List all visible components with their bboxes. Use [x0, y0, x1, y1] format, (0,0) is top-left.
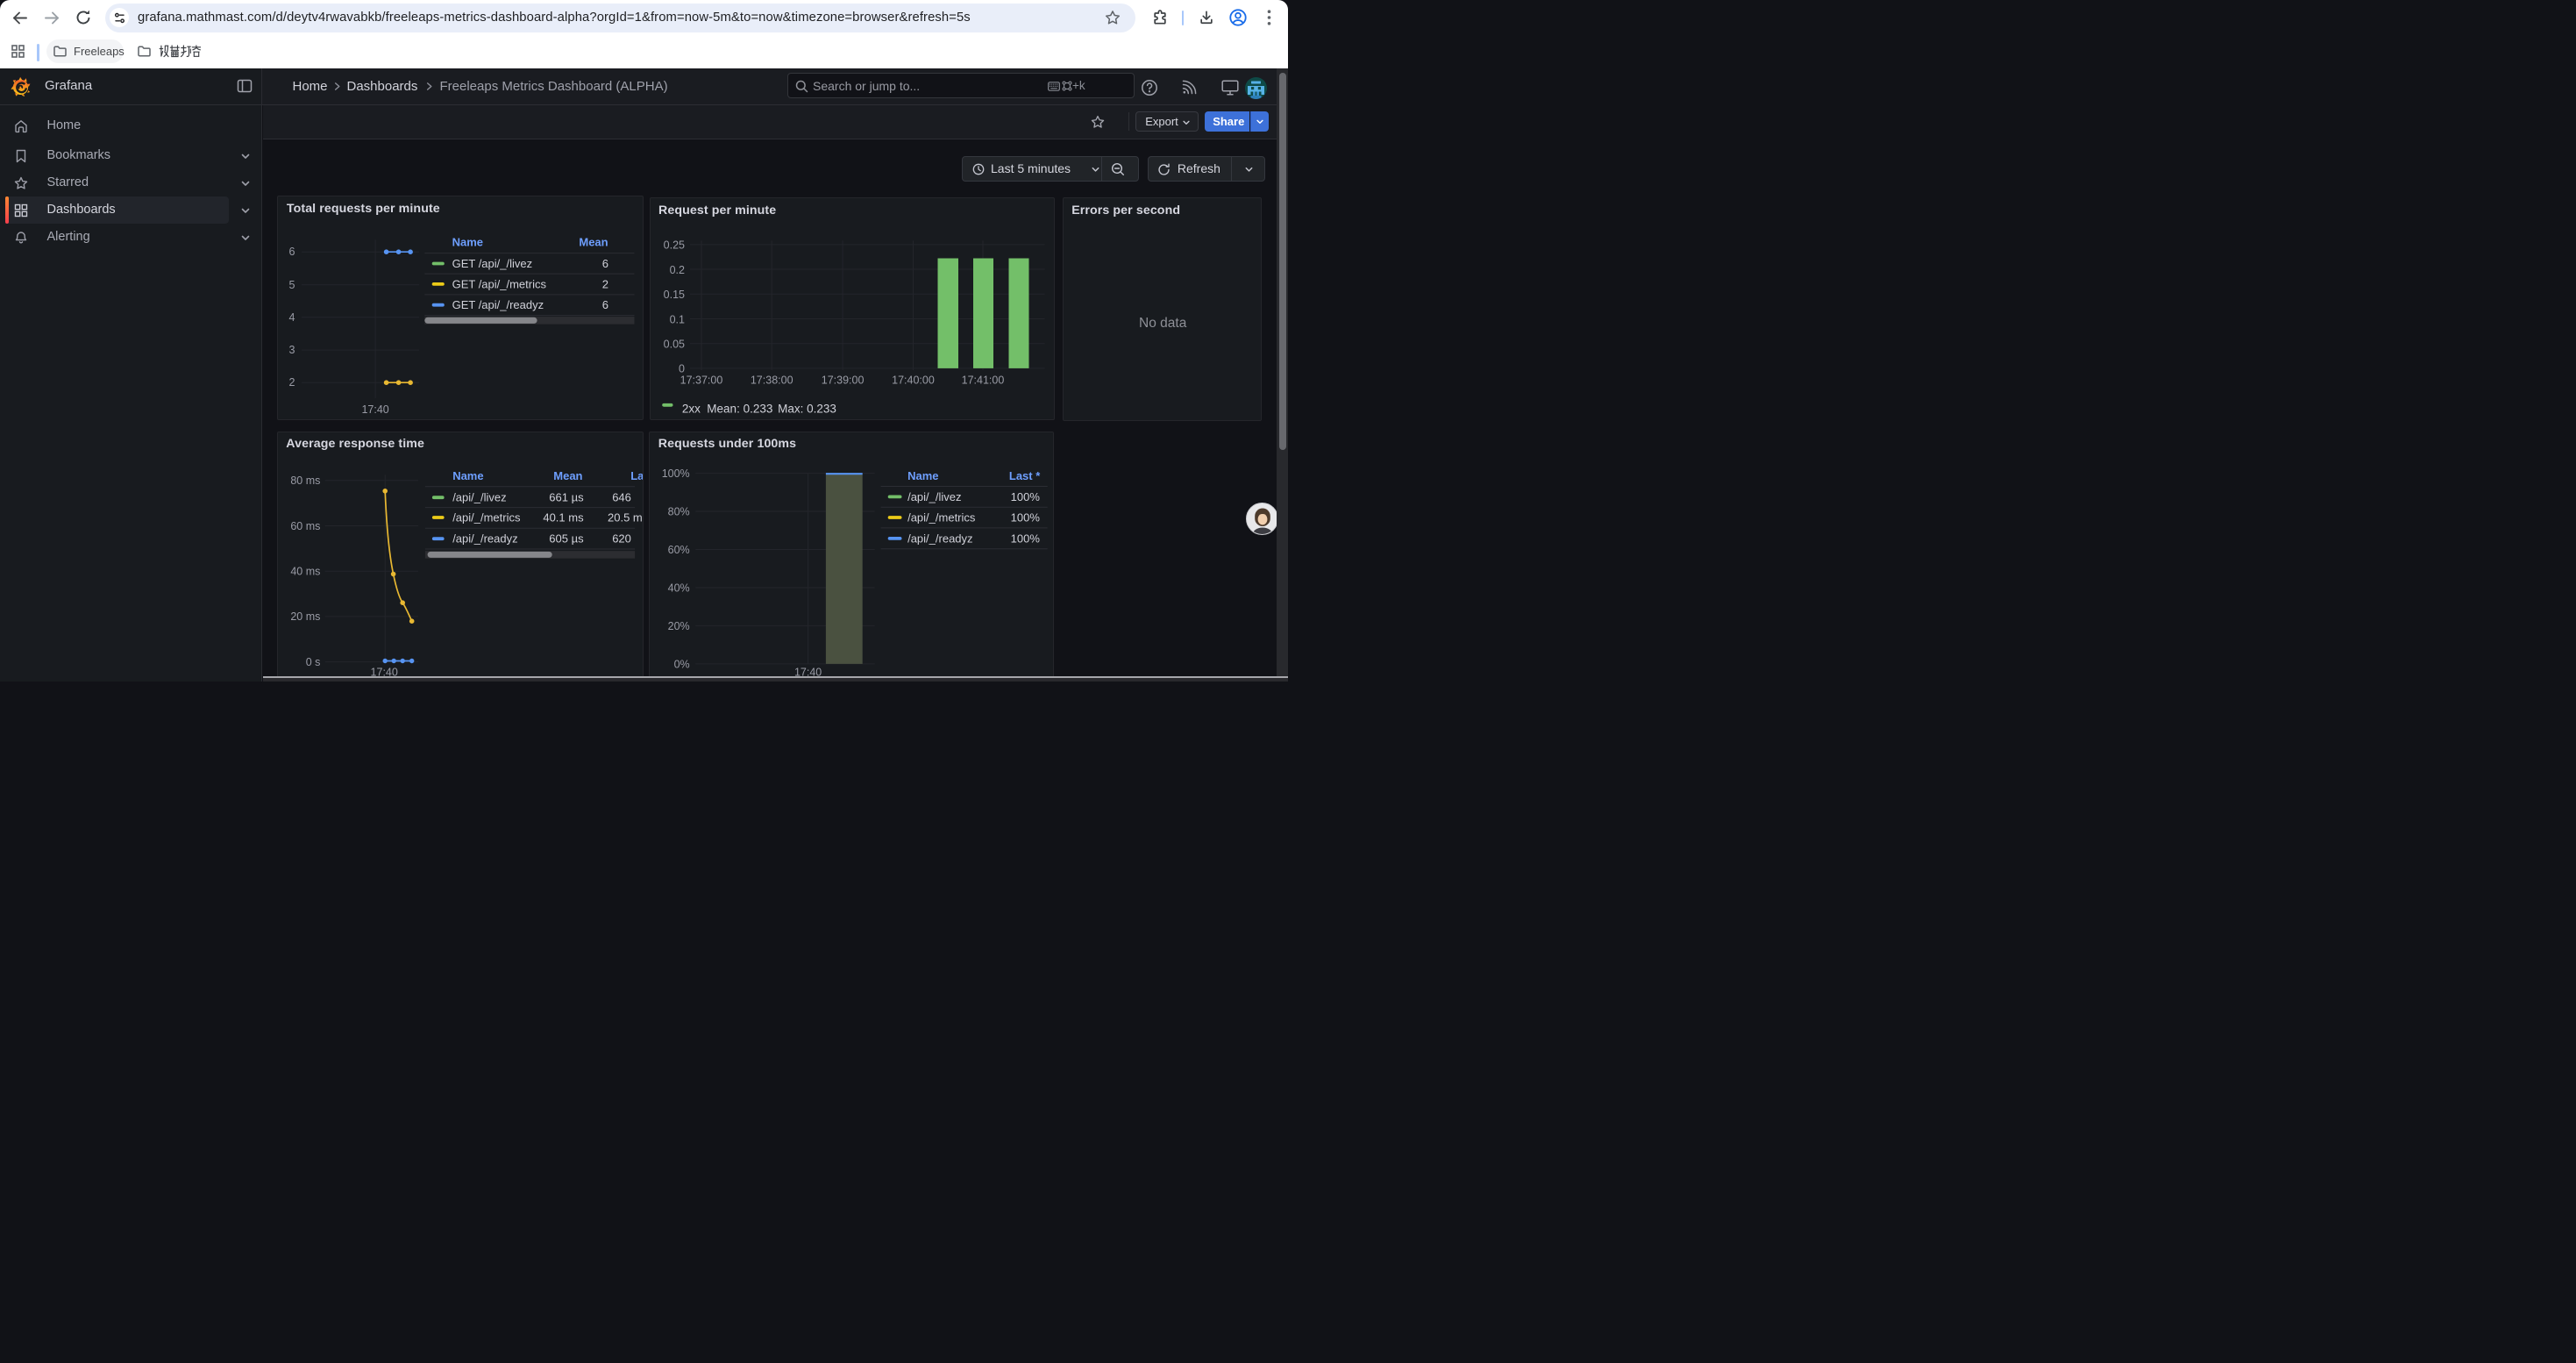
svg-text:17:40: 17:40 [362, 403, 389, 416]
svg-text:Name: Name [452, 469, 483, 482]
svg-text:/api/_/metrics: /api/_/metrics [452, 510, 521, 524]
svg-text:0.2: 0.2 [669, 264, 684, 276]
svg-text:2: 2 [289, 377, 295, 389]
svg-text:0%: 0% [674, 658, 690, 670]
svg-text:6: 6 [289, 246, 295, 259]
svg-text:0.25: 0.25 [663, 239, 684, 252]
svg-text:100%: 100% [1011, 532, 1041, 545]
svg-text:60%: 60% [668, 544, 690, 556]
svg-text:GET /api/_/livez: GET /api/_/livez [452, 257, 533, 270]
svg-text:0 s: 0 s [306, 656, 321, 668]
svg-text:40%: 40% [668, 582, 690, 594]
svg-text:Max: 0.233: Max: 0.233 [778, 403, 836, 416]
svg-text:80 ms: 80 ms [290, 475, 320, 487]
svg-text:646: 646 [612, 490, 631, 503]
svg-text:620: 620 [612, 532, 631, 545]
svg-text:GET /api/_/metrics: GET /api/_/metrics [452, 278, 547, 291]
svg-text:Mean: 0.233: Mean: 0.233 [707, 403, 772, 416]
svg-text:17:39:00: 17:39:00 [821, 375, 864, 387]
svg-text:Las: Las [630, 469, 644, 482]
svg-text:17:37:00: 17:37:00 [680, 375, 722, 387]
svg-text:100%: 100% [662, 467, 690, 480]
svg-text:17:41:00: 17:41:00 [961, 375, 1004, 387]
svg-text:3: 3 [289, 344, 295, 356]
svg-text:20%: 20% [668, 619, 690, 632]
svg-text:5: 5 [289, 279, 295, 291]
svg-text:/api/_/readyz: /api/_/readyz [907, 532, 972, 545]
svg-text:605 µs: 605 µs [549, 532, 584, 545]
svg-text:/api/_/livez: /api/_/livez [452, 490, 506, 503]
svg-text:2xx: 2xx [681, 403, 700, 416]
svg-text:4: 4 [289, 311, 295, 324]
svg-text:0.05: 0.05 [663, 339, 684, 351]
svg-text:100%: 100% [1011, 510, 1041, 524]
svg-text:40.1 ms: 40.1 ms [543, 510, 584, 524]
svg-text:661 µs: 661 µs [549, 490, 584, 503]
svg-text:Mean: Mean [580, 236, 608, 249]
svg-text:Name: Name [907, 469, 938, 482]
svg-text:100%: 100% [1011, 489, 1041, 503]
svg-text:2: 2 [602, 278, 608, 291]
svg-text:Mean: Mean [553, 469, 582, 482]
svg-text:/api/_/readyz: /api/_/readyz [452, 532, 517, 545]
svg-text:6: 6 [602, 299, 608, 312]
svg-text:17:40:00: 17:40:00 [892, 375, 935, 387]
svg-text:/api/_/metrics: /api/_/metrics [907, 510, 976, 524]
svg-text:0.15: 0.15 [663, 289, 684, 301]
svg-text:20 ms: 20 ms [290, 610, 320, 623]
svg-text:0.1: 0.1 [669, 313, 684, 325]
svg-text:60 ms: 60 ms [290, 519, 320, 532]
svg-text:6: 6 [602, 257, 608, 270]
svg-text:GET /api/_/readyz: GET /api/_/readyz [452, 299, 544, 312]
svg-text:/api/_/livez: /api/_/livez [907, 489, 961, 503]
svg-text:80%: 80% [668, 505, 690, 517]
svg-text:Last *: Last * [1009, 469, 1041, 482]
svg-text:17:38:00: 17:38:00 [750, 375, 793, 387]
svg-text:Name: Name [452, 236, 483, 249]
svg-text:20.5 m: 20.5 m [608, 510, 643, 524]
svg-text:40 ms: 40 ms [290, 565, 320, 577]
